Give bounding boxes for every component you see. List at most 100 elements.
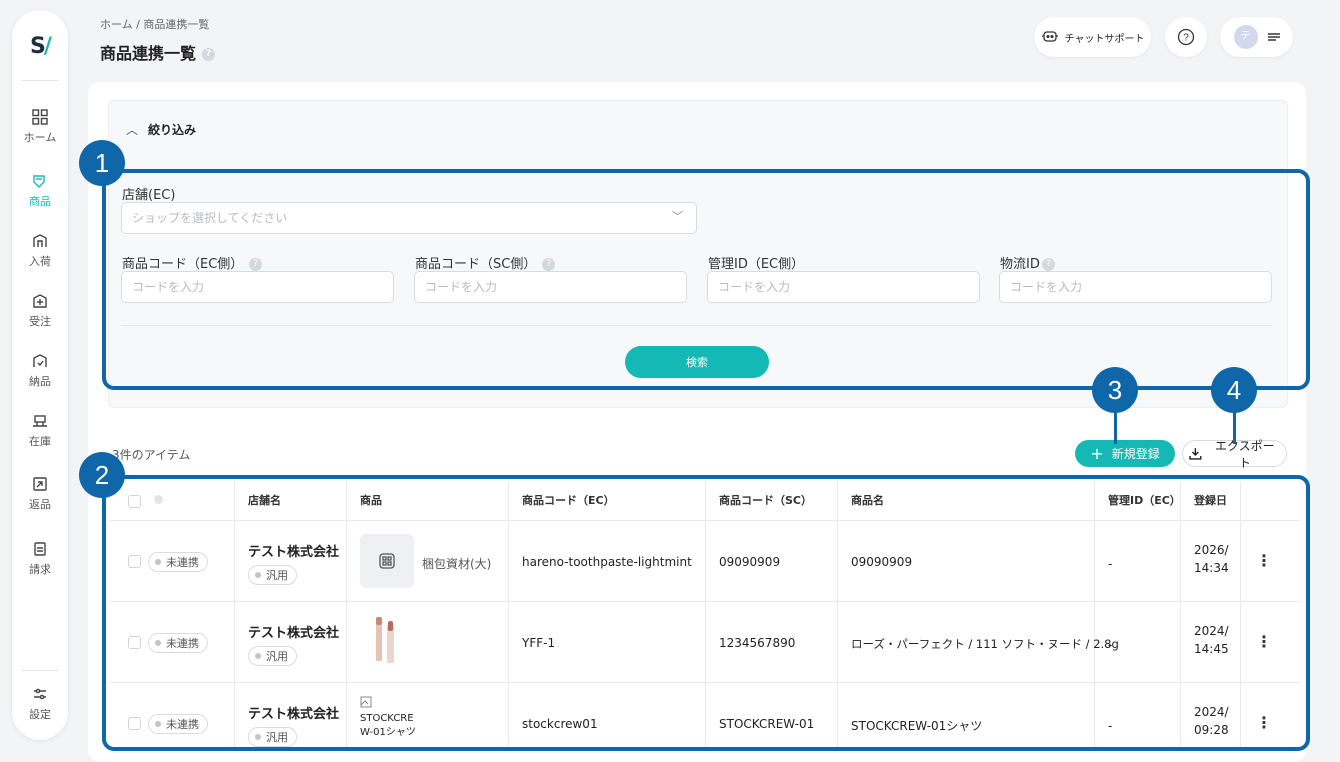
code-ec-label-text: 商品コード（EC側） (122, 257, 244, 272)
sidebar: S/ ホーム 商品 入荷 受注 納品 在庫 返品 請求 設定 (12, 10, 68, 740)
more-options-icon[interactable]: ⋮ (1256, 632, 1272, 651)
row-checkbox[interactable] (128, 636, 141, 649)
code-sc: STOCKCREW-01 (719, 717, 815, 731)
chat-bot-icon (1041, 31, 1058, 42)
column-header-code-ec[interactable]: 商品コード（EC） (522, 481, 615, 521)
divider (121, 325, 1272, 326)
inbound-icon (33, 234, 47, 247)
help-icon[interactable]: ? (1041, 258, 1055, 271)
help-icon[interactable]: ? (542, 258, 556, 271)
code-ec: hareno-toothpaste-lightmint (522, 555, 692, 569)
sidebar-item-delivery[interactable]: 納品 (12, 352, 68, 389)
more-options-icon[interactable]: ⋮ (1256, 551, 1272, 570)
shop-tag: 汎用 (248, 727, 297, 747)
download-icon (1189, 448, 1202, 460)
column-header-manage-id[interactable]: 管理ID（EC） (1108, 481, 1181, 521)
code-sc: 1234567890 (719, 636, 796, 650)
delivery-icon (33, 354, 47, 367)
logistics-id-input[interactable] (999, 271, 1272, 303)
sidebar-item-label: 納品 (29, 375, 51, 388)
breadcrumb[interactable]: ホーム / 商品連携一覧 (100, 16, 209, 32)
status-badge: 未連携 (148, 552, 208, 572)
annotation-marker-3: 3 (1092, 367, 1138, 413)
sidebar-item-home[interactable]: ホーム (12, 108, 68, 145)
select-all-checkbox[interactable] (128, 495, 141, 508)
lipstick-image (376, 617, 394, 663)
sidebar-item-invoice[interactable]: 請求 (12, 540, 68, 577)
image-alt-text: STOCKCREW-01シャツ (360, 713, 416, 738)
product-name: 09090909 (851, 555, 913, 569)
annotation-marker-1: 1 (79, 140, 125, 186)
divider (22, 80, 58, 81)
registered-time: 14:34 (1194, 561, 1229, 575)
export-label: エクスポート (1215, 438, 1275, 470)
status-text: 未連携 (166, 637, 199, 650)
code-ec: YFF-1 (522, 636, 556, 650)
sidebar-item-returns[interactable]: 返品 (12, 475, 68, 512)
return-icon (33, 477, 47, 491)
status-dot-icon (155, 721, 161, 727)
store-select[interactable] (121, 202, 697, 234)
annotation-leader-4 (1233, 410, 1236, 444)
column-header-product[interactable]: 商品 (360, 481, 382, 521)
chat-support-button[interactable]: チャットサポート (1034, 17, 1151, 57)
sidebar-item-settings[interactable]: 設定 (12, 685, 68, 722)
shop-tag: 汎用 (248, 646, 297, 666)
page-title-text: 商品連携一覧 (100, 44, 197, 63)
status-dot-icon (155, 640, 161, 646)
sort-indicator-icon (154, 495, 163, 504)
filter-toggle[interactable]: ︿ 絞り込み (126, 121, 196, 138)
more-options-icon[interactable]: ⋮ (1256, 713, 1272, 732)
user-menu-button[interactable]: テ (1220, 17, 1293, 57)
product-label: 梱包資材(大) (422, 557, 492, 571)
manage-id-input[interactable] (707, 271, 980, 303)
new-registration-label: 新規登録 (1111, 447, 1160, 461)
manage-id: - (1108, 638, 1113, 652)
shop-name: テスト株式会社 (248, 626, 340, 641)
new-registration-button[interactable]: + 新規登録 (1075, 440, 1175, 467)
sidebar-item-label: 入荷 (29, 255, 51, 268)
sidebar-item-inbound[interactable]: 入荷 (12, 232, 68, 269)
chat-support-label: チャットサポート (1064, 33, 1145, 45)
invoice-icon (34, 542, 46, 556)
status-badge: 未連携 (148, 714, 208, 734)
divider (346, 481, 347, 751)
product-thumbnail[interactable] (360, 534, 414, 588)
code-ec-input[interactable] (121, 271, 394, 303)
tag-dot-icon (255, 572, 261, 578)
column-header-shop[interactable]: 店舗名 (248, 481, 281, 521)
help-button[interactable]: ? (1165, 17, 1207, 57)
divider (1240, 481, 1241, 751)
sidebar-item-products[interactable]: 商品 (12, 172, 68, 209)
status-dot-icon (155, 559, 161, 565)
row-checkbox[interactable] (128, 717, 141, 730)
page-title: 商品連携一覧? (100, 40, 216, 64)
divider (110, 520, 1300, 521)
code-sc-input[interactable] (414, 271, 687, 303)
status-text: 未連携 (166, 556, 199, 569)
column-header-code-sc[interactable]: 商品コード（SC） (719, 481, 812, 521)
column-header-name[interactable]: 商品名 (851, 481, 884, 521)
code-sc-label: 商品コード（SC側）? (415, 253, 556, 272)
column-header-date[interactable]: 登録日 (1194, 481, 1227, 521)
question-glyph: ? (1183, 33, 1189, 44)
app-logo[interactable]: S/ (12, 34, 68, 59)
product-thumbnail[interactable] (360, 615, 414, 669)
sidebar-item-stock[interactable]: 在庫 (12, 412, 68, 449)
shop-tag: 汎用 (248, 565, 297, 585)
row-checkbox[interactable] (128, 555, 141, 568)
sidebar-item-label: 在庫 (29, 435, 51, 448)
search-button[interactable]: 検索 (625, 346, 769, 378)
logistics-id-label-text: 物流ID (1000, 257, 1040, 272)
sidebar-item-orders[interactable]: 受注 (12, 292, 68, 329)
shop-name: テスト株式会社 (248, 707, 340, 722)
registered-date: 2026/ (1194, 543, 1229, 557)
shop-tag-text: 汎用 (266, 569, 288, 582)
divider (1180, 481, 1181, 751)
help-icon[interactable]: ? (249, 258, 263, 271)
product-thumbnail[interactable]: STOCKCREW-01シャツ (360, 696, 424, 750)
export-button[interactable]: エクスポート (1182, 439, 1287, 470)
divider (110, 682, 1300, 683)
help-icon[interactable]: ? (202, 48, 216, 61)
product-name: STOCKCREW-01シャツ (851, 719, 983, 733)
